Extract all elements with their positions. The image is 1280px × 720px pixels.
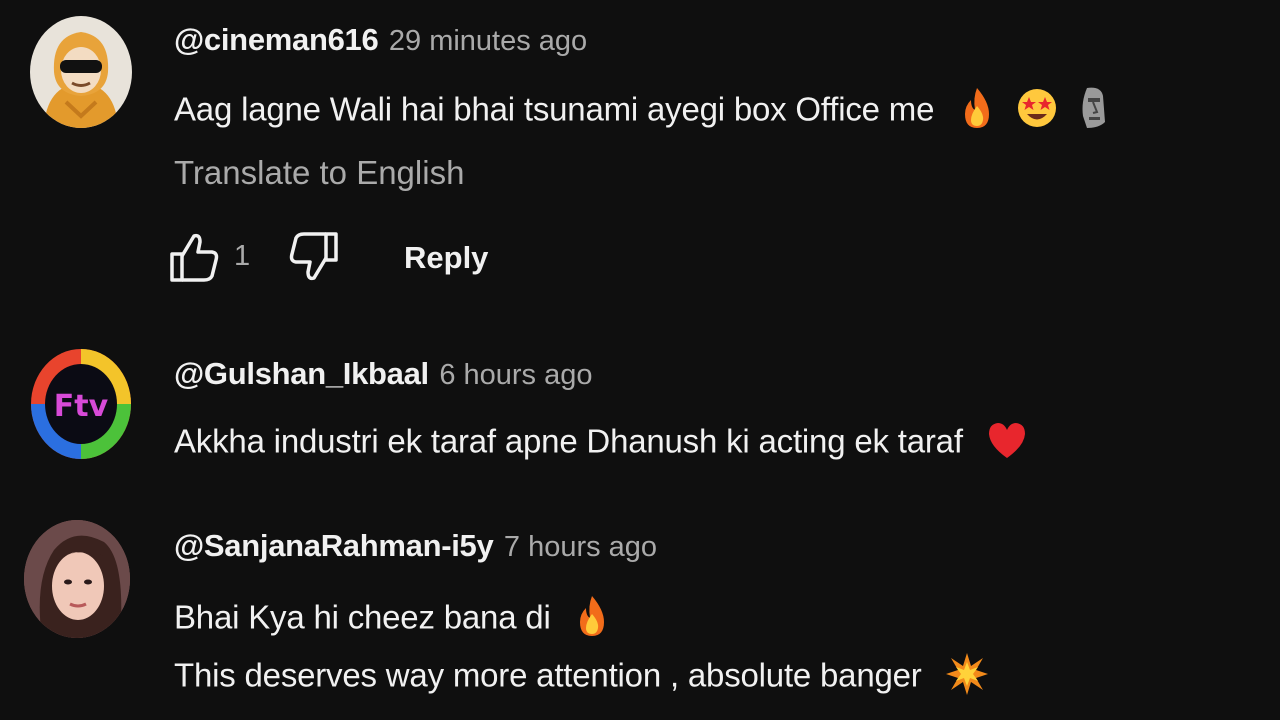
fire-emoji-icon xyxy=(959,86,995,138)
ftv-logo-avatar-icon: Ftv xyxy=(30,348,132,460)
author-name[interactable]: @SanjanaRahman-i5y xyxy=(174,528,494,563)
avatar-logo-text: Ftv xyxy=(54,389,109,424)
comment-text-line: Akkha industri ek taraf apne Dhanush ki … xyxy=(174,422,963,460)
profile-photo-avatar-icon xyxy=(24,520,130,638)
moai-emoji-icon xyxy=(1079,86,1107,138)
comment-header: @cineman616 29 minutes ago xyxy=(174,22,587,58)
thumbs-up-icon xyxy=(170,233,219,282)
author-name[interactable]: @cineman616 xyxy=(174,22,379,57)
comment-text-line: This deserves way more attention , absol… xyxy=(174,656,922,694)
author-name[interactable]: @Gulshan_Ikbaal xyxy=(174,356,429,391)
red-heart-emoji-icon xyxy=(986,420,1028,468)
dislike-button[interactable] xyxy=(288,230,340,287)
comment-timestamp[interactable]: 6 hours ago xyxy=(439,359,592,391)
comment-text: Akkha industri ek taraf apne Dhanush ki … xyxy=(174,420,1028,468)
comment-text: Aag lagne Wali hai bhai tsunami ayegi bo… xyxy=(174,86,1107,138)
like-button[interactable] xyxy=(168,230,220,287)
comment-action-bar: 1 Reply xyxy=(168,230,528,290)
comment-header: @SanjanaRahman-i5y 7 hours ago xyxy=(174,528,657,564)
hooded-cartoon-avatar-icon xyxy=(30,16,132,128)
comment-header: @Gulshan_Ikbaal 6 hours ago xyxy=(174,356,593,392)
avatar-gulshan-ikbaal[interactable]: Ftv xyxy=(30,348,132,460)
translate-link[interactable]: Translate to English xyxy=(174,154,464,192)
thumbs-down-icon xyxy=(289,232,338,281)
like-count: 1 xyxy=(234,240,251,272)
comment-text-line: Aag lagne Wali hai bhai tsunami ayegi bo… xyxy=(174,90,935,128)
avatar-sanjana-rahman[interactable] xyxy=(24,520,130,638)
comment-timestamp[interactable]: 7 hours ago xyxy=(504,531,657,563)
reply-button[interactable]: Reply xyxy=(404,240,488,276)
star-struck-emoji-icon xyxy=(1016,87,1058,137)
comment-text-line-1: Bhai Kya hi cheez bana di xyxy=(174,594,610,646)
comment-timestamp[interactable]: 29 minutes ago xyxy=(389,25,587,57)
collision-emoji-icon xyxy=(945,652,989,704)
comments-section: @cineman616 29 minutes ago Aag lagne Wal… xyxy=(0,0,1280,720)
fire-emoji-icon xyxy=(574,594,610,646)
avatar-cineman616[interactable] xyxy=(30,16,132,128)
comment-text-line: Bhai Kya hi cheez bana di xyxy=(174,598,551,636)
comment-text-line-2: This deserves way more attention , absol… xyxy=(174,652,989,704)
